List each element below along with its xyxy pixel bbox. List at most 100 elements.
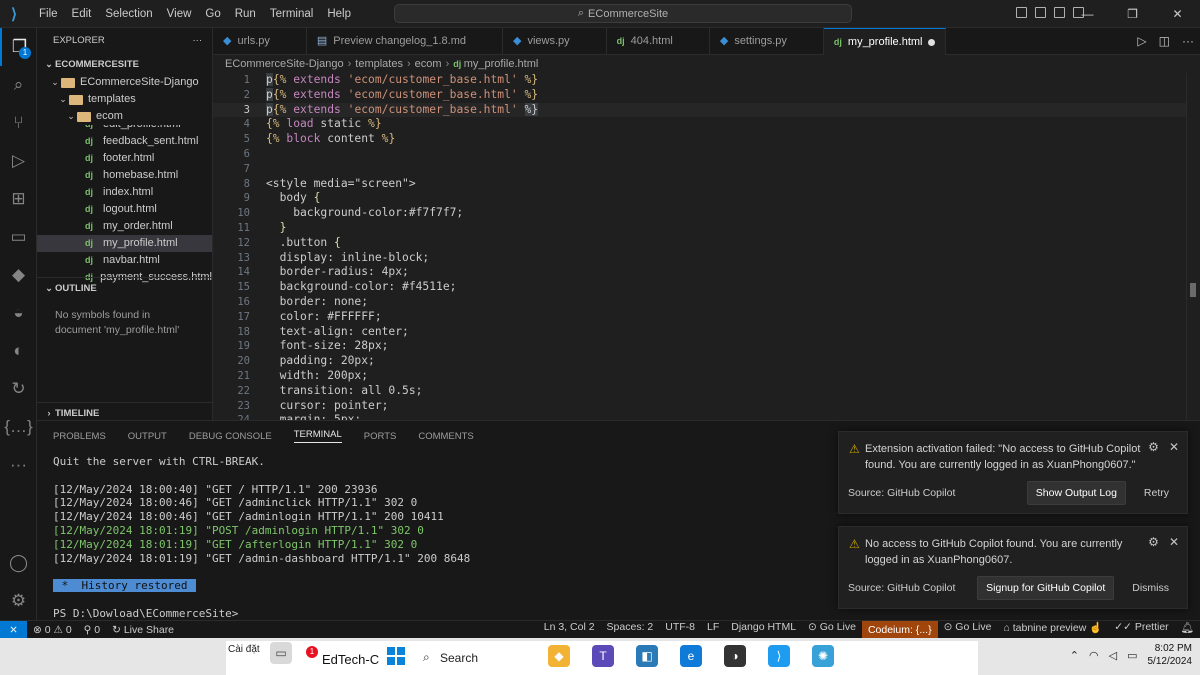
problems-status[interactable]: ⊗ 0 ⚠ 0 [27,624,78,636]
tab-my-profile-html[interactable]: dj my_profile.html [823,28,947,55]
indentation[interactable]: Spaces: 2 [601,621,660,639]
codeium-icon[interactable]: {…} [0,408,37,446]
notification-settings-icon[interactable]: ⚙ [1148,440,1159,456]
menu-edit[interactable]: Edit [65,0,99,28]
close-icon[interactable]: ✕ [1169,535,1179,551]
file-item[interactable]: dj edit_profile.html [37,125,212,133]
explorer-more-icon[interactable]: ··· [193,28,203,54]
run-icon[interactable]: ▷ [1137,28,1146,55]
panel-tab-output[interactable]: OUTPUT [128,431,167,442]
teams-icon[interactable]: T [592,645,614,667]
minimize-button[interactable]: — [1065,0,1110,28]
more-actions-icon[interactable]: ··· [1182,28,1194,55]
outline-section[interactable]: ⌄ OUTLINE [37,277,212,297]
cursor-position[interactable]: Ln 3, Col 2 [538,621,601,639]
toggle-secondary-sidebar-icon[interactable] [1054,7,1065,18]
vscode-taskbar-icon[interactable]: ⟩ [768,645,790,667]
run-debug-icon[interactable]: ▷ [0,142,37,180]
command-center-search[interactable]: ⌕ ECommerceSite [394,4,852,23]
remote-explorer-icon[interactable]: ▭ [0,218,37,256]
edtech-taskbar-label[interactable]: EdTech-C [322,652,379,667]
tab-404-html[interactable]: dj 404.html [607,28,710,55]
tray-chevron-icon[interactable]: ⌃ [1070,649,1079,662]
ports-status[interactable]: ⚲ 0 [78,624,106,636]
menu-terminal[interactable]: Terminal [263,0,320,28]
prettier-status[interactable]: ✓✓ Prettier [1108,621,1174,639]
battery-icon[interactable]: ▭ [1127,649,1137,662]
menu-file[interactable]: File [32,0,65,28]
edge-devtools-icon[interactable]: ◐ [0,332,37,370]
clock[interactable]: 8:02 PM 5/12/2024 [1148,642,1193,668]
docker-icon[interactable]: ◒ [0,294,37,332]
panel-tab-terminal[interactable]: TERMINAL [293,429,342,443]
maximize-button[interactable]: ❐ [1110,0,1155,28]
tab-settings-py[interactable]: ◆ settings.py [710,28,824,55]
file-item[interactable]: dj homebase.html [37,167,212,184]
go-live-status-2[interactable]: ⊙ Go Live [938,621,998,639]
folder-project[interactable]: ⌄ ECommerceSite-Django [37,74,212,91]
settings-gear-icon[interactable]: ⚙ [0,582,37,620]
search-view-icon[interactable]: ⌕ [0,66,37,104]
tabnine-status[interactable]: ⌂ tabnine preview ☝ [997,621,1108,639]
codeium-status[interactable]: Codeium: {...} [861,620,938,639]
menu-selection[interactable]: Selection [98,0,159,28]
unsaved-dot-icon[interactable] [928,38,936,46]
file-item[interactable]: dj index.html [37,184,212,201]
go-live-status-1[interactable]: ⊙ Go Live [802,621,862,639]
toggle-primary-sidebar-icon[interactable] [1016,7,1027,18]
python-icon[interactable]: ◆ [0,256,37,294]
panel-tab-ports[interactable]: PORTS [364,431,397,442]
file-item[interactable]: dj my_profile.html [37,235,212,252]
volume-icon[interactable]: ◁ [1109,649,1117,662]
panel-tab-debug-console[interactable]: DEBUG CONSOLE [189,431,272,442]
source-control-icon[interactable]: ⑂ [0,104,37,142]
toggle-panel-icon[interactable] [1035,7,1046,18]
breadcrumb-item[interactable]: ECommerceSite-Django [225,58,344,70]
end-of-line[interactable]: LF [701,621,725,639]
more-icon[interactable]: ··· [0,446,37,484]
language-mode[interactable]: Django HTML [725,621,802,639]
menu-run[interactable]: Run [228,0,263,28]
panel-tab-problems[interactable]: PROBLEMS [53,431,106,442]
notification-settings-icon[interactable]: ⚙ [1148,535,1159,551]
file-item[interactable]: dj footer.html [37,150,212,167]
file-item[interactable]: dj feedback_sent.html [37,133,212,150]
folder-ecom[interactable]: ⌄ ecom [37,108,212,125]
app-icon[interactable]: ✺ [812,645,834,667]
app-thumbnail-icon[interactable]: ▭ [270,642,292,664]
timeline-section[interactable]: › TIMELINE [37,402,212,420]
close-window-button[interactable]: ✕ [1155,0,1200,28]
split-editor-icon[interactable]: ◫ [1159,28,1170,55]
panel-tab-comments[interactable]: COMMENTS [418,431,473,442]
file-item[interactable]: dj logout.html [37,201,212,218]
extensions-icon[interactable]: ⊞ [0,180,37,218]
app-icon[interactable]: ◑ [724,645,746,667]
explorer-icon[interactable]: ❐ 1 [0,28,37,66]
menu-go[interactable]: Go [198,0,227,28]
code-editor[interactable]: 1 p{% extends 'ecom/customer_base.html' %… [213,73,1200,420]
editor-scrollbar[interactable] [1186,73,1200,420]
edge-icon[interactable]: e [680,645,702,667]
account-icon[interactable]: ◯ [0,544,37,582]
file-item[interactable]: dj navbar.html [37,252,212,269]
close-icon[interactable]: ✕ [1169,440,1179,456]
remote-indicator-icon[interactable]: ⨯ [0,620,27,639]
file-item[interactable]: dj my_order.html [37,218,212,235]
signup-copilot-button[interactable]: Signup for GitHub Copilot [977,576,1115,600]
workspace-root[interactable]: ⌄ ECOMMERCESITE [37,54,212,74]
live-share-icon[interactable]: ↻ [0,370,37,408]
dismiss-button[interactable]: Dismiss [1124,577,1177,599]
menu-view[interactable]: View [160,0,199,28]
tab-preview-changelog-1-8-md[interactable]: ▤ Preview changelog_1.8.md [307,28,503,55]
wifi-icon[interactable]: ◠ [1089,649,1099,662]
breadcrumb-item[interactable]: my_profile.html [464,58,539,70]
tab-urls-py[interactable]: ◆ urls.py [213,28,307,55]
taskbar-search[interactable]: Search [440,651,478,665]
app-icon[interactable]: ◆ [548,645,570,667]
show-output-log-button[interactable]: Show Output Log [1026,481,1126,505]
menu-help[interactable]: Help [320,0,358,28]
app-icon[interactable]: ◧ [636,645,658,667]
notifications-bell-icon[interactable]: 🔔︎ [1175,621,1200,639]
tab-views-py[interactable]: ◆ views.py [503,28,607,55]
scrollbar-thumb[interactable] [1190,283,1196,297]
